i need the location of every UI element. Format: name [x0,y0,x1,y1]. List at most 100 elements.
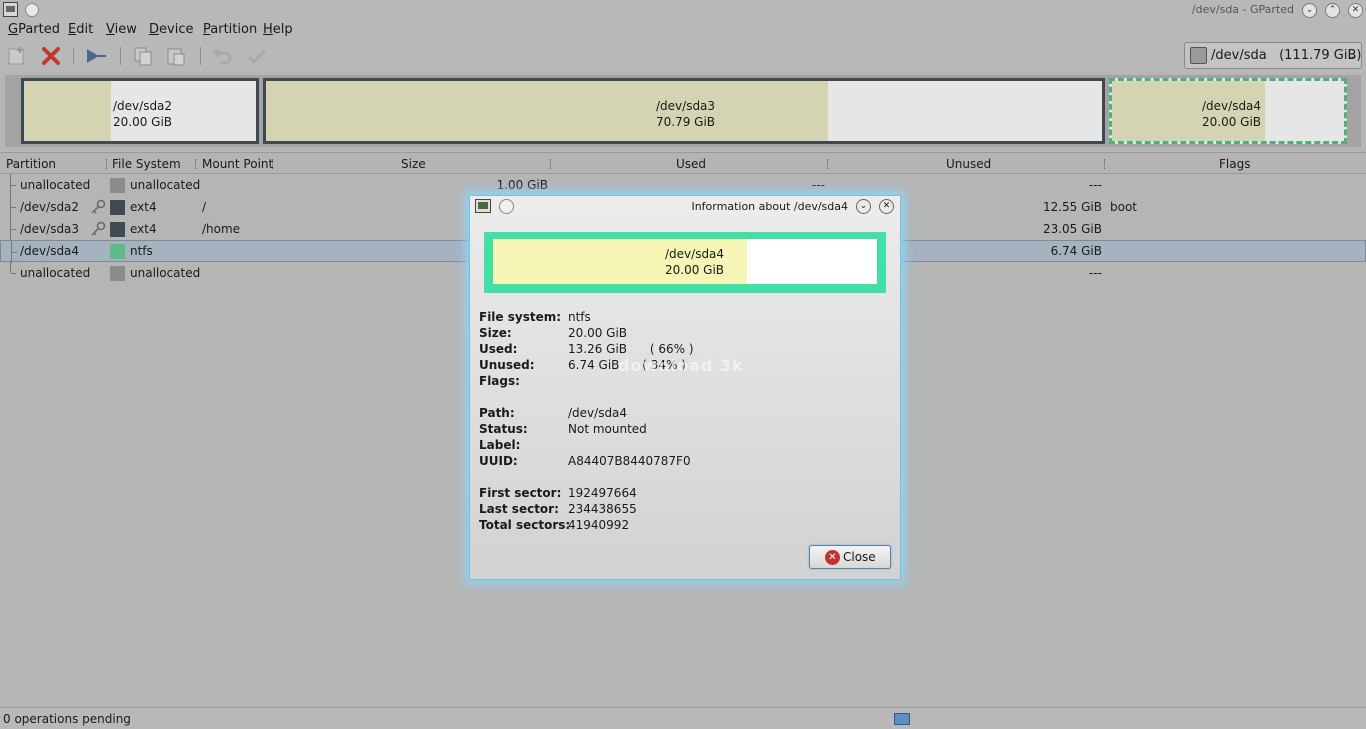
dialog-title: Information about /dev/sda4 [691,200,848,213]
cell-partition: unallocated [20,266,91,280]
column-flags[interactable]: Flags [1219,157,1250,171]
filesystem-color-swatch [110,178,125,193]
pin-icon[interactable] [499,199,514,214]
cell-partition: /dev/sda4 [20,244,80,258]
cell-partition: /dev/sda3 [20,222,80,236]
close-button-label: Close [843,550,876,564]
table-row[interactable]: unallocated unallocated 1.00 GiB --- --- [0,174,1366,196]
toolbar [0,40,1366,72]
cell-mountpoint: / [202,200,207,214]
cell-filesystem: unallocated [130,266,201,280]
column-separator [195,159,197,169]
dialog-titlebar: Information about /dev/sda4 ⌄ ✕ [470,196,900,218]
cell-unused: --- [1089,266,1102,280]
partition-map: /dev/sda2 20.00 GiB /dev/sda3 70.79 GiB /d… [5,75,1361,147]
menu-help[interactable]: Help [263,22,293,37]
menu-bar: GParted Edit View Device Partition Help [0,20,1366,40]
cell-filesystem: ext4 [130,222,157,236]
mounted-key-icon [91,199,106,214]
menu-edit[interactable]: Edit [68,22,93,37]
partition-graphic-inner: /dev/sda4 20.00 GiB [493,239,877,284]
watermark-text: download 3k [618,356,744,375]
filesystem-color-swatch [110,266,125,281]
partition-map-label: /dev/sda4 20.00 GiB [1202,99,1262,129]
network-tray-icon[interactable] [894,713,910,725]
device-label: /dev/sda (111.79 GiB) [1211,48,1362,63]
cell-size: 1.00 GiB [496,178,548,192]
status-bar: 0 operations pending [0,707,1366,729]
filesystem-color-swatch [110,200,125,215]
tree-line [10,262,16,274]
window-title: /dev/sda - GParted [1191,3,1294,16]
menu-gparted[interactable]: GParted [8,22,60,37]
column-size[interactable]: Size [401,157,426,171]
close-window-icon[interactable]: ✕ [1348,3,1363,18]
column-used[interactable]: Used [676,157,706,171]
gparted-app-icon[interactable] [3,2,18,17]
column-separator [550,159,552,169]
column-separator [272,159,274,169]
close-button[interactable]: ✕ Close [809,545,891,569]
column-separator [1104,159,1106,169]
new-partition-icon[interactable] [6,45,28,67]
dialog-app-icon[interactable] [475,199,491,213]
filesystem-color-swatch [110,222,125,237]
tree-line [10,218,16,240]
chevron-down-icon: ⌄ [1346,49,1356,62]
tree-line [10,196,16,218]
column-unused[interactable]: Unused [946,157,991,171]
apply-icon[interactable] [246,45,268,67]
window-titlebar: /dev/sda - GParted ⌄ ⌃ ✕ [0,0,1366,20]
partition-list-header: Partition File System Mount Point Size U… [0,152,1366,174]
menu-partition[interactable]: Partition [203,22,257,37]
undo-icon[interactable] [211,45,233,67]
pending-operations-text: 0 operations pending [3,712,131,726]
delete-partition-icon[interactable] [40,45,62,67]
close-icon: ✕ [825,550,840,565]
column-separator [827,159,829,169]
dialog-partition-graphic: /dev/sda4 20.00 GiB [484,232,886,293]
cell-filesystem: unallocated [130,178,201,192]
paste-icon[interactable] [165,45,187,67]
partition-map-label: /dev/sda2 20.00 GiB [113,99,173,129]
used-bar [266,81,828,141]
partition-map-sda4[interactable]: /dev/sda4 20.00 GiB [1109,78,1347,144]
filesystem-color-swatch [110,244,125,259]
cell-unused: 6.74 GiB [1050,244,1102,258]
column-separator [106,159,108,169]
cell-unused: 12.55 GiB [1042,200,1102,214]
copy-icon[interactable] [132,45,154,67]
minimize-icon[interactable]: ⌄ [1302,3,1317,18]
cell-unused: 23.05 GiB [1042,222,1102,236]
partition-info-dialog: Information about /dev/sda4 ⌄ ✕ /dev/sda… [469,195,901,580]
cell-unused: --- [1089,178,1102,192]
cell-mountpoint: /home [202,222,241,236]
maximize-icon[interactable]: ⌃ [1325,3,1340,18]
used-bar [24,81,111,141]
column-partition[interactable]: Partition [6,157,56,171]
menu-device[interactable]: Device [149,22,193,37]
toolbar-separator [120,47,121,65]
partition-map-sda2[interactable]: /dev/sda2 20.00 GiB [21,78,259,144]
cell-used: --- [812,178,825,192]
toolbar-separator [200,47,201,65]
partition-graphic-label: /dev/sda4 20.00 GiB [665,247,725,277]
column-filesystem[interactable]: File System [112,157,181,171]
close-dialog-icon[interactable]: ✕ [879,199,894,214]
harddisk-icon [1190,47,1207,64]
menu-view[interactable]: View [106,22,137,37]
cell-partition: /dev/sda2 [20,200,80,214]
column-mountpoint[interactable]: Mount Point [202,157,273,171]
cell-filesystem: ntfs [130,244,153,258]
pin-icon[interactable] [25,3,39,17]
tree-line [10,174,16,196]
cell-filesystem: ext4 [130,200,157,214]
toolbar-separator [73,47,74,65]
device-selector[interactable]: /dev/sda (111.79 GiB) ⌄ [1184,42,1362,69]
cell-partition: unallocated [20,178,91,192]
partition-map-label: /dev/sda3 70.79 GiB [656,99,716,129]
resize-move-icon[interactable] [85,45,107,67]
partition-map-sda3[interactable]: /dev/sda3 70.79 GiB [263,78,1105,144]
minimize-icon[interactable]: ⌄ [856,199,871,214]
cell-flags: boot [1110,200,1138,214]
